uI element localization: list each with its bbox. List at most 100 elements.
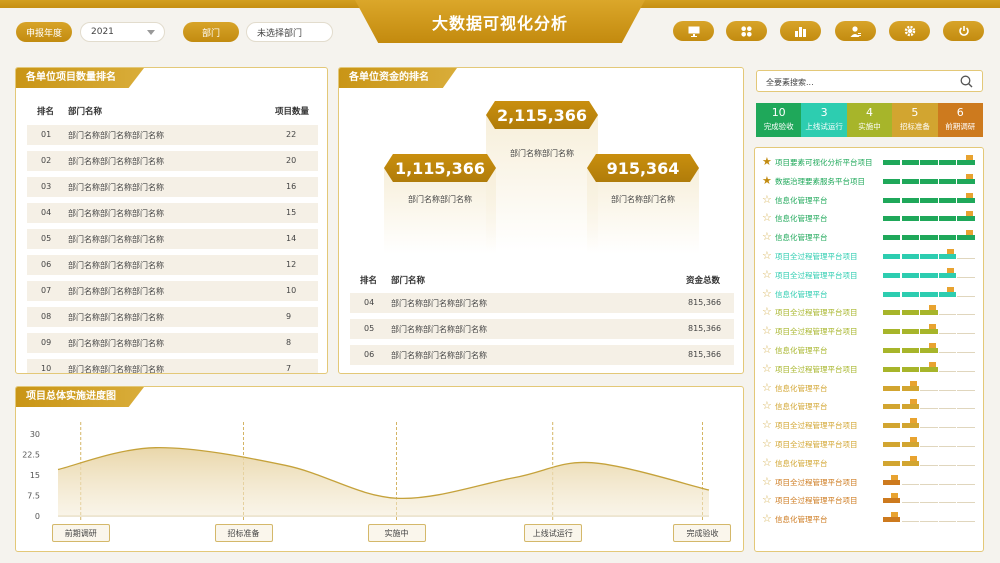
star-outline-icon[interactable]: ☆ <box>762 250 772 261</box>
star-outline-icon[interactable]: ☆ <box>762 288 772 299</box>
project-item[interactable]: ☆ 信息化管理平台 <box>755 379 985 397</box>
chart-button[interactable] <box>780 21 821 41</box>
project-item[interactable]: ☆ 项目全过程管理平台项目 <box>755 416 985 434</box>
project-item[interactable]: ★ 项目要素可视化分析平台项目 <box>755 153 985 171</box>
table-row[interactable]: 02 部门名称部门名称部门名称 20 <box>27 151 318 171</box>
star-outline-icon[interactable]: ☆ <box>762 212 772 223</box>
stage-button-0[interactable]: 前期调研 <box>51 524 110 542</box>
project-progress <box>883 230 975 241</box>
project-item[interactable]: ☆ 信息化管理平台 <box>755 285 985 303</box>
stage-button-1[interactable]: 招标准备 <box>214 524 273 542</box>
stage-button-3[interactable]: 上线试运行 <box>523 524 582 542</box>
project-name: 项目全过程管理平台项目 <box>775 477 858 487</box>
project-name: 信息化管理平台 <box>775 195 828 205</box>
status-count-0[interactable]: 10 完成验收 <box>756 103 802 137</box>
progress-segment <box>920 329 938 335</box>
project-item[interactable]: ☆ 项目全过程管理平台项目 <box>755 473 985 491</box>
table-row[interactable]: 10 部门名称部门名称部门名称 7 <box>27 359 318 373</box>
stage-button-2[interactable]: 实施中 <box>367 524 426 542</box>
project-item[interactable]: ☆ 信息化管理平台 <box>755 228 985 246</box>
power-button[interactable] <box>943 21 984 41</box>
status-count-4[interactable]: 6 前期调研 <box>937 103 983 137</box>
project-item[interactable]: ☆ 信息化管理平台 <box>755 209 985 227</box>
star-outline-icon[interactable]: ☆ <box>762 325 772 336</box>
flag-icon <box>910 399 917 405</box>
table-row[interactable]: 03 部门名称部门名称部门名称 16 <box>27 177 318 197</box>
podium-first-value: 2,115,366 <box>486 101 598 129</box>
star-outline-icon[interactable]: ☆ <box>762 382 772 393</box>
table-row[interactable]: 05 部门名称部门名称部门名称 14 <box>27 229 318 249</box>
table-row[interactable]: 05 部门名称部门名称部门名称 815,366 <box>350 319 734 339</box>
star-outline-icon[interactable]: ☆ <box>762 269 772 280</box>
status-count-1[interactable]: 3 上线试运行 <box>801 103 847 137</box>
table-row[interactable]: 08 部门名称部门名称部门名称 9 <box>27 307 318 327</box>
project-item[interactable]: ☆ 信息化管理平台 <box>755 454 985 472</box>
row-name: 部门名称部门名称部门名称 <box>68 157 164 166</box>
project-progress <box>883 173 975 184</box>
table-row[interactable]: 07 部门名称部门名称部门名称 10 <box>27 281 318 301</box>
project-item[interactable]: ☆ 项目全过程管理平台项目 <box>755 322 985 340</box>
user-button[interactable] <box>835 21 876 41</box>
status-count-2[interactable]: 4 实施中 <box>846 103 893 137</box>
project-item[interactable]: ☆ 项目全过程管理平台项目 <box>755 360 985 378</box>
year-select[interactable]: 2021 <box>80 22 165 42</box>
star-outline-icon[interactable]: ☆ <box>762 419 772 430</box>
project-item[interactable]: ☆ 信息化管理平台 <box>755 341 985 359</box>
progress-segment <box>957 521 975 523</box>
star-outline-icon[interactable]: ☆ <box>762 363 772 374</box>
status-count-3[interactable]: 5 招标准备 <box>892 103 938 137</box>
progress-segment <box>901 404 919 410</box>
star-filled-icon[interactable]: ★ <box>762 156 772 167</box>
star-filled-icon[interactable]: ★ <box>762 175 772 186</box>
row-rank: 08 <box>41 312 52 321</box>
status-count-label: 实施中 <box>858 122 881 131</box>
status-count-value: 6 <box>956 106 964 119</box>
project-item[interactable]: ★ 数据治理要素服务平台项目 <box>755 172 985 190</box>
star-outline-icon[interactable]: ☆ <box>762 513 772 524</box>
project-item[interactable]: ☆ 项目全过程管理平台项目 <box>755 491 985 509</box>
progress-segment <box>883 329 901 335</box>
star-outline-icon[interactable]: ☆ <box>762 476 772 487</box>
star-outline-icon[interactable]: ☆ <box>762 457 772 468</box>
project-item[interactable]: ☆ 项目全过程管理平台项目 <box>755 247 985 265</box>
flag-icon <box>965 230 973 236</box>
star-outline-icon[interactable]: ☆ <box>762 194 772 205</box>
project-name: 信息化管理平台 <box>775 233 828 243</box>
row-name: 部门名称部门名称部门名称 <box>68 209 164 218</box>
star-outline-icon[interactable]: ☆ <box>762 494 772 505</box>
table-row[interactable]: 06 部门名称部门名称部门名称 815,366 <box>350 345 734 365</box>
star-outline-icon[interactable]: ☆ <box>762 400 772 411</box>
project-item[interactable]: ☆ 信息化管理平台 <box>755 397 985 415</box>
project-item[interactable]: ☆ 信息化管理平台 <box>755 191 985 209</box>
table-row[interactable]: 09 部门名称部门名称部门名称 8 <box>27 333 318 353</box>
project-item[interactable]: ☆ 项目全过程管理平台项目 <box>755 303 985 321</box>
flag-icon <box>928 324 936 330</box>
table-row[interactable]: 04 部门名称部门名称部门名称 815,366 <box>350 293 734 313</box>
table-row[interactable]: 04 部门名称部门名称部门名称 15 <box>27 203 318 223</box>
flag-icon <box>891 512 899 518</box>
project-item[interactable]: ☆ 项目全过程管理平台项目 <box>755 266 985 284</box>
star-outline-icon[interactable]: ☆ <box>762 306 772 317</box>
search-icon[interactable] <box>960 75 973 88</box>
project-item[interactable]: ☆ 项目全过程管理平台项目 <box>755 435 985 453</box>
progress-segment <box>883 498 901 504</box>
progress-segment <box>938 370 957 372</box>
monitor-button[interactable] <box>673 21 714 41</box>
progress-segment <box>901 329 919 335</box>
project-item[interactable]: ☆ 信息化管理平台 <box>755 510 985 528</box>
settings-button[interactable] <box>889 21 930 41</box>
table-row[interactable]: 06 部门名称部门名称部门名称 12 <box>27 255 318 275</box>
star-outline-icon[interactable]: ☆ <box>762 344 772 355</box>
search-input[interactable]: 全要素搜索... <box>756 70 983 92</box>
dept-select[interactable]: 未选择部门 <box>246 22 333 42</box>
star-outline-icon[interactable]: ☆ <box>762 231 772 242</box>
row-rank: 04 <box>41 208 52 217</box>
row-rank: 09 <box>41 338 52 347</box>
row-count: 9 <box>286 312 292 321</box>
flag-icon <box>965 211 973 217</box>
stage-button-4[interactable]: 完成验收 <box>673 524 732 542</box>
star-outline-icon[interactable]: ☆ <box>762 438 772 449</box>
table-row[interactable]: 01 部门名称部门名称部门名称 22 <box>27 125 318 145</box>
apps-button[interactable] <box>726 21 767 41</box>
row-rank: 06 <box>41 260 52 269</box>
